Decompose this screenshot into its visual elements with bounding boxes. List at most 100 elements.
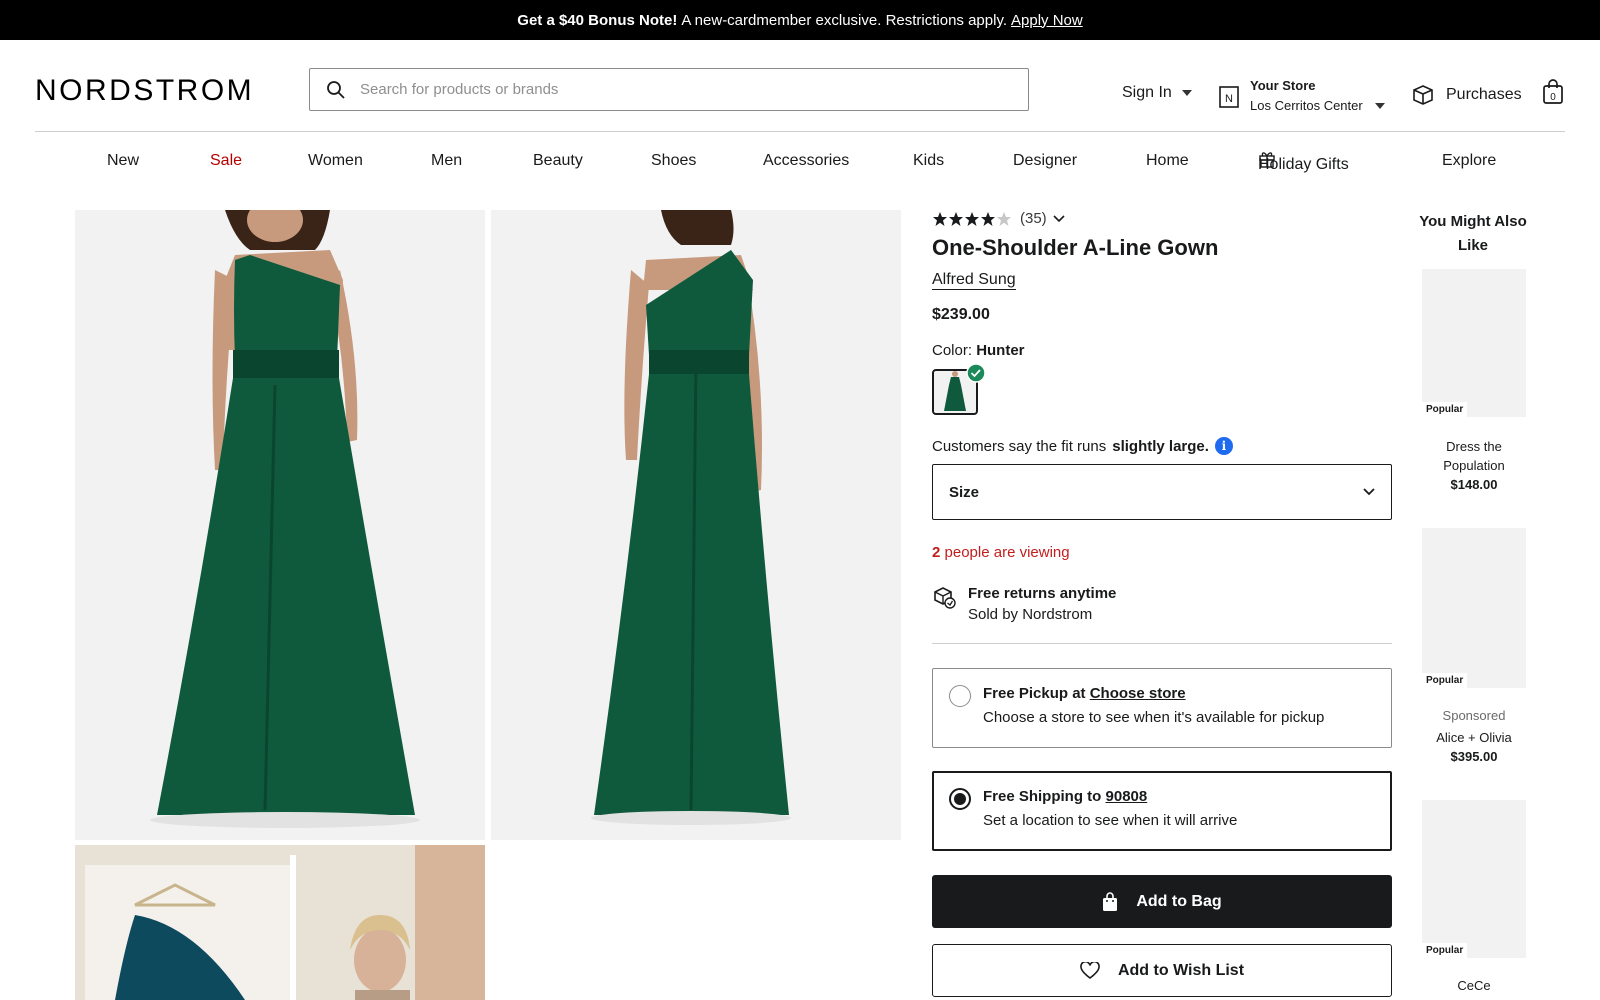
product-details: (35) One-Shoulder A-Line Gown Alfred Sun… (932, 210, 1392, 997)
info-icon[interactable]: i (1214, 437, 1233, 455)
fit-note: Customers say the fit runs slightly larg… (932, 437, 1392, 455)
recommendation-item[interactable]: Popular Sponsored Alice + Olivia $395.00 (1422, 528, 1526, 766)
svg-text:N: N (1225, 93, 1233, 105)
purchases-link[interactable]: Purchases (1412, 84, 1522, 106)
popular-badge: Popular (1422, 402, 1468, 417)
add-to-bag-label: Add to Bag (1136, 892, 1222, 910)
promo-banner: Get a $40 Bonus Note! A new-cardmember e… (0, 0, 1600, 40)
gown-front-illustration (150, 210, 420, 828)
recommendations-rail: You Might Also Like Popular Dress the Po… (1418, 210, 1528, 993)
section-divider (932, 643, 1392, 644)
recommendation-price: $395.00 (1450, 749, 1498, 764)
box-icon (1413, 85, 1433, 105)
store-selector[interactable]: N Your Store Los Cerritos Center (1218, 76, 1385, 116)
color-value: Hunter (976, 342, 1025, 359)
fit-text: Customers say the fit runs (932, 437, 1107, 455)
recommendations-title: You Might Also Like (1419, 213, 1527, 254)
pickup-option[interactable]: Free Pickup at Choose store Choose a sto… (932, 668, 1392, 748)
purchases-label: Purchases (1446, 86, 1522, 103)
popular-badge: Popular (1422, 673, 1468, 688)
recommendation-thumbnail[interactable]: Popular (1422, 528, 1526, 688)
popular-badge: Popular (1422, 943, 1468, 958)
search-bar[interactable] (309, 68, 1029, 111)
recommendation-brand: CeCe (1457, 978, 1491, 993)
nav-item-accessories[interactable]: Accessories (763, 152, 849, 170)
fit-value: slightly large. (1112, 437, 1209, 455)
shipping-radio[interactable] (949, 788, 971, 810)
chevron-down-icon (1181, 90, 1192, 96)
sponsored-label: Sponsored (1442, 708, 1506, 723)
nav-item-kids[interactable]: Kids (913, 152, 944, 170)
product-image-front[interactable] (75, 210, 485, 840)
category-nav: New Sale Women Men Beauty Shoes Accessor… (0, 146, 1600, 176)
shipping-option[interactable]: Free Shipping to 90808 Set a location to… (932, 771, 1392, 851)
product-price: $239.00 (932, 306, 990, 323)
gown-back-illustration (591, 210, 791, 825)
shopping-bag-icon: 0 (1543, 79, 1563, 104)
nav-item-men[interactable]: Men (431, 152, 462, 170)
search-icon (327, 80, 345, 99)
size-dropdown[interactable]: Size (932, 464, 1392, 520)
recommendation-item[interactable]: Popular Dress the Population $148.00 (1422, 269, 1526, 494)
nav-item-explore[interactable]: Explore (1442, 152, 1496, 170)
nordstrom-logo[interactable]: NORDSTROM (35, 74, 254, 108)
promo-bold: Get a $40 Bonus Note! (517, 11, 678, 29)
add-to-wishlist-button[interactable]: Add to Wish List (932, 944, 1392, 997)
recommendation-brand: Dress the Population (1443, 439, 1505, 473)
search-input[interactable] (360, 81, 960, 98)
recommendation-brand: Alice + Olivia (1436, 730, 1512, 745)
add-to-bag-button[interactable]: Add to Bag (932, 875, 1392, 928)
heart-icon (1080, 961, 1100, 979)
shopping-bag-button[interactable]: 0 (1542, 79, 1564, 110)
returns-title: Free returns anytime (968, 585, 1117, 602)
nav-item-beauty[interactable]: Beauty (533, 152, 583, 170)
nav-item-holiday-gifts[interactable]: Holiday Gifts (1258, 150, 1349, 173)
store-icon: N (1219, 86, 1239, 108)
holiday-gifts-label: Holiday Gifts (1258, 156, 1349, 173)
recommendation-thumbnail[interactable]: Popular (1422, 800, 1526, 958)
product-video-thumbnail[interactable] (75, 845, 485, 1000)
store-label: Your Store (1250, 78, 1316, 93)
rating-summary[interactable]: (35) (932, 210, 1392, 227)
sign-in-button[interactable]: Sign In (1122, 84, 1192, 102)
viewers-count: 2 (932, 544, 941, 561)
pickup-radio[interactable] (949, 685, 971, 707)
add-to-wishlist-label: Add to Wish List (1117, 961, 1245, 979)
chevron-down-icon (1053, 214, 1065, 222)
zip-code-link[interactable]: 90808 (1106, 788, 1148, 805)
shipping-subtext: Set a location to see when it will arriv… (983, 812, 1238, 829)
color-label: Color: (932, 342, 973, 359)
chevron-down-icon (1363, 488, 1375, 496)
nav-item-sale[interactable]: Sale (210, 152, 242, 170)
recommendation-thumbnail[interactable]: Popular (1422, 269, 1526, 417)
recommendation-item[interactable]: Popular CeCe (1422, 800, 1526, 995)
header-divider (35, 131, 1565, 132)
nav-item-home[interactable]: Home (1146, 152, 1189, 170)
pickup-subtext: Choose a store to see when it's availabl… (983, 709, 1325, 726)
recommendation-price: $148.00 (1450, 477, 1498, 492)
shopping-bag-icon (1103, 891, 1118, 911)
color-label-row: Color: Hunter (932, 342, 1392, 359)
product-image-back[interactable] (491, 210, 901, 840)
nav-item-women[interactable]: Women (308, 152, 363, 170)
nav-item-designer[interactable]: Designer (1013, 152, 1077, 170)
pickup-prefix: Free Pickup at (983, 685, 1086, 702)
returns-icon (934, 587, 956, 609)
promo-text: A new-cardmember exclusive. Restrictions… (681, 11, 1008, 29)
returns-info: Free returns anytime Sold by Nordstrom (932, 585, 1392, 623)
apply-now-link[interactable]: Apply Now (1011, 12, 1083, 29)
sign-in-label: Sign In (1122, 84, 1172, 101)
selected-check-icon (966, 363, 986, 383)
review-count: (35) (1020, 210, 1047, 227)
viewers-text: people are viewing (944, 544, 1070, 561)
nav-item-new[interactable]: New (107, 152, 139, 170)
chevron-down-icon (1374, 103, 1385, 109)
choose-store-link[interactable]: Choose store (1090, 685, 1186, 702)
shipping-prefix: Free Shipping to (983, 788, 1102, 805)
nav-item-shoes[interactable]: Shoes (651, 152, 696, 170)
sold-by: Sold by Nordstrom (968, 606, 1093, 623)
size-label: Size (949, 483, 980, 501)
brand-link[interactable]: Alfred Sung (932, 271, 1016, 290)
store-name: Los Cerritos Center (1250, 98, 1363, 113)
star-rating-icon (933, 211, 1011, 226)
